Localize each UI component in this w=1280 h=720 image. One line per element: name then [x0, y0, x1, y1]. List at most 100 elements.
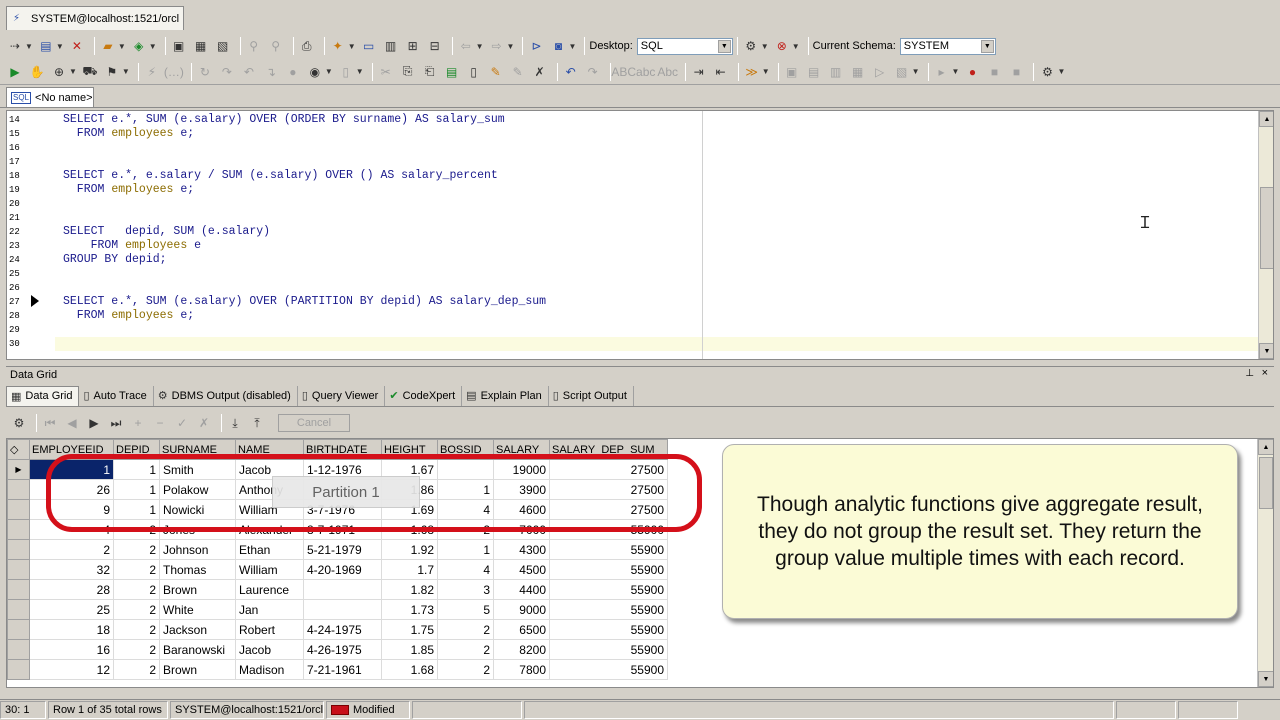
save-icon[interactable]: ▣: [170, 37, 188, 55]
bookmark-dropdown-icon[interactable]: ▼: [762, 67, 770, 76]
scroll-down-icon[interactable]: ▼: [1259, 343, 1273, 359]
editor-tab[interactable]: SQL <No name>: [6, 87, 94, 107]
grid-cell-name[interactable]: Ethan: [235, 539, 304, 560]
tab-codexpert[interactable]: ✔ CodeXpert: [385, 385, 463, 406]
grid-scroll-thumb[interactable]: [1259, 457, 1273, 509]
step-out-icon[interactable]: ↶: [240, 63, 258, 81]
grid-cell-depid[interactable]: 2: [113, 579, 160, 600]
grid-cell-employeeid[interactable]: 2: [29, 539, 114, 560]
pause-record-icon[interactable]: ■: [1007, 63, 1025, 81]
grid-cell-height[interactable]: 1.85: [381, 639, 438, 660]
grid-cell-depid[interactable]: 2: [113, 639, 160, 660]
grid-cell-birthdate[interactable]: 5-21-1979: [303, 539, 382, 560]
grid-cell-bossid[interactable]: 2: [437, 639, 494, 660]
pin-icon[interactable]: ⊥: [1245, 368, 1254, 379]
play-macro-dropdown-icon[interactable]: ▼: [952, 67, 960, 76]
grid-scrollbar[interactable]: ▲ ▼: [1257, 439, 1273, 687]
cancel-button[interactable]: Cancel: [278, 414, 350, 432]
grid-cell-employeeid[interactable]: 18: [29, 619, 114, 640]
new-page-icon[interactable]: ▯: [465, 63, 483, 81]
save-to-file-icon[interactable]: ▤: [443, 63, 461, 81]
tab-dbms-output[interactable]: ⚙ DBMS Output (disabled): [154, 385, 298, 406]
save-as-icon[interactable]: ▧: [214, 37, 232, 55]
replace-icon[interactable]: ⚲: [267, 37, 285, 55]
options-dropdown-icon[interactable]: ▼: [1057, 67, 1065, 76]
tab-explain-plan[interactable]: ▤ Explain Plan: [462, 385, 549, 406]
grid-cell-bossid[interactable]: 5: [437, 599, 494, 620]
grid-cell-bossid[interactable]: 2: [437, 619, 494, 640]
split-icon[interactable]: ▦: [849, 63, 867, 81]
save-all-icon[interactable]: ▦: [192, 37, 210, 55]
open-folder-icon[interactable]: ▰: [99, 37, 117, 55]
tools-dropdown-icon[interactable]: ▼: [761, 42, 769, 51]
row-header[interactable]: [7, 619, 30, 640]
arrange-icon[interactable]: ▥: [827, 63, 845, 81]
step-icon[interactable]: ⊳: [527, 37, 545, 55]
grid-icon[interactable]: ▥: [382, 37, 400, 55]
schema-select[interactable]: SYSTEM ▼: [899, 37, 996, 55]
back-icon[interactable]: ⇦: [457, 37, 475, 55]
window-list-dropdown-icon[interactable]: ▼: [912, 67, 920, 76]
grid-cell-employeeid[interactable]: 16: [29, 639, 114, 660]
grid-corner[interactable]: ◇: [7, 439, 30, 460]
grid-cell-surname[interactable]: Brown: [159, 659, 236, 680]
parameters-icon[interactable]: (…): [164, 63, 184, 81]
scroll-down-icon[interactable]: ▼: [1258, 671, 1273, 687]
grid-cell-salary-dep-sum[interactable]: 55900: [549, 639, 668, 660]
outdent-icon[interactable]: ⇤: [712, 63, 730, 81]
print-icon[interactable]: ⎙: [298, 37, 316, 55]
table-row[interactable]: 12 2 Brown Madison 7-21-1961 1.68 2 7800 55900: [7, 659, 668, 680]
sql-format-icon[interactable]: ⊞: [404, 37, 422, 55]
explain-icon[interactable]: ⚑: [103, 63, 121, 81]
grid-cell-name[interactable]: Jan: [235, 599, 304, 620]
tab-auto-trace[interactable]: ▯ Auto Trace: [79, 385, 154, 406]
execute-script-icon[interactable]: ⊕: [50, 63, 68, 81]
next-record-icon[interactable]: ▶: [85, 414, 103, 432]
new-sql-icon[interactable]: ▤: [37, 37, 55, 55]
grid-cell-birthdate[interactable]: 4-26-1975: [303, 639, 382, 660]
watch-icon[interactable]: ◉: [306, 63, 324, 81]
grid-cell-salary-dep-sum[interactable]: 55900: [549, 539, 668, 560]
grid-cell-salary[interactable]: 8200: [493, 639, 550, 660]
execute-icon[interactable]: ▶: [6, 63, 24, 81]
next-window-icon[interactable]: ▷: [871, 63, 889, 81]
grid-cell-birthdate[interactable]: [303, 579, 382, 600]
table-row[interactable]: 2 2 Johnson Ethan 5-21-1979 1.92 1 4300 55900: [7, 539, 668, 560]
grid-cell-height[interactable]: 1.68: [381, 659, 438, 680]
row-header[interactable]: [7, 519, 30, 540]
grid-cell-name[interactable]: Jacob: [235, 639, 304, 660]
grid-cell-salary[interactable]: 7800: [493, 659, 550, 680]
export-icon[interactable]: ⤒: [248, 414, 266, 432]
cut-icon[interactable]: ✂: [377, 63, 395, 81]
options-icon[interactable]: ⚙: [1038, 63, 1056, 81]
row-header[interactable]: [7, 659, 30, 680]
step-into-icon[interactable]: ↻: [196, 63, 214, 81]
grid-cell-depid[interactable]: 2: [113, 659, 160, 680]
row-header[interactable]: [7, 479, 30, 500]
monitor-icon[interactable]: ◙: [549, 37, 567, 55]
run-dropdown-icon[interactable]: ▼: [348, 42, 356, 51]
forward-icon[interactable]: ⇨: [488, 37, 506, 55]
row-header[interactable]: [7, 559, 30, 580]
paste-icon[interactable]: ⎗: [421, 63, 439, 81]
stop-record-icon[interactable]: ■: [985, 63, 1003, 81]
row-header[interactable]: [7, 639, 30, 660]
table-row[interactable]: 16 2 Baranowski Jacob 4-26-1975 1.85 2 8200 5590…: [7, 639, 668, 660]
grid-cell-depid[interactable]: 2: [113, 599, 160, 620]
run-script-icon[interactable]: ✦: [329, 37, 347, 55]
indent-icon[interactable]: ⇥: [690, 63, 708, 81]
breakpoint-icon[interactable]: ●: [284, 63, 302, 81]
import-icon[interactable]: ⤓: [226, 414, 244, 432]
grid-cell-height[interactable]: 1.92: [381, 539, 438, 560]
step-over-icon[interactable]: ↷: [218, 63, 236, 81]
desktop-select[interactable]: SQL ▼: [636, 37, 733, 55]
grid-cell-surname[interactable]: Brown: [159, 579, 236, 600]
grid-cell-salary-dep-sum[interactable]: 55900: [549, 579, 668, 600]
grid-cell-salary[interactable]: 9000: [493, 599, 550, 620]
grid-options-icon[interactable]: ⚙: [10, 414, 28, 432]
grid-cell-birthdate[interactable]: 7-21-1961: [303, 659, 382, 680]
stop-execution-icon[interactable]: ✋: [28, 63, 46, 81]
find-icon[interactable]: ⚲: [245, 37, 263, 55]
cascade-icon[interactable]: ▤: [805, 63, 823, 81]
last-record-icon[interactable]: ⏭: [107, 414, 125, 432]
